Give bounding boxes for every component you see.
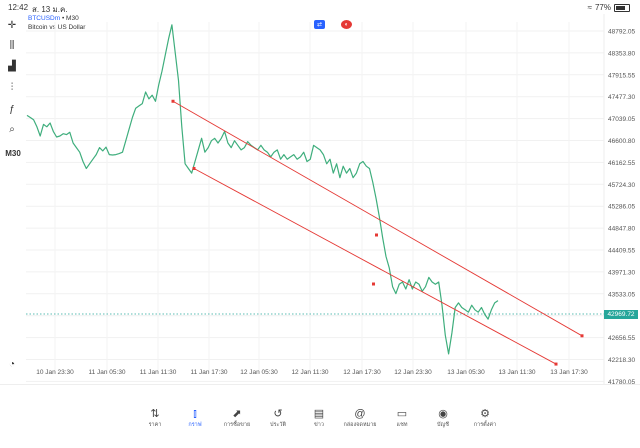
settings-icon: ⚙ bbox=[480, 408, 490, 420]
tab-label: การซื้อขาย bbox=[223, 422, 251, 428]
price-axis-label: 44409.55 bbox=[608, 248, 635, 255]
chart-icon: ⫾ bbox=[193, 408, 197, 420]
price-line bbox=[26, 24, 499, 355]
trend-channel-line bbox=[193, 168, 557, 365]
time-axis-label: 12 Jan 05:30 bbox=[240, 369, 278, 376]
tab-label: ประวัติ bbox=[269, 422, 287, 428]
chat-icon: ▭ bbox=[396, 408, 408, 420]
account-icon: ◉ bbox=[438, 408, 448, 420]
tab-label: แชท bbox=[396, 422, 408, 428]
bottom-tab-bar: ⇅ ราคา ⫾ กราฟ ⬈ การซื้อขาย ↺ ประวัติ ▤ ข่าว @ กล่อง… bbox=[0, 384, 640, 448]
tab-label: ข่าว bbox=[314, 422, 324, 428]
time-axis-label: 13 Jan 17:30 bbox=[550, 369, 588, 376]
time-axis-label: 12 Jan 17:30 bbox=[343, 369, 381, 376]
trendline-anchor bbox=[171, 99, 175, 103]
news-icon: ▤ bbox=[313, 408, 325, 420]
tab-label: บัญชี bbox=[437, 422, 449, 428]
trade-icon: ⬈ bbox=[232, 408, 242, 420]
tab-history[interactable]: ↺ ประวัติ bbox=[258, 407, 298, 429]
quotes-icon: ⇅ bbox=[150, 408, 160, 420]
tab-label: ราคา bbox=[148, 422, 162, 428]
price-axis-label: 48353.80 bbox=[608, 50, 635, 57]
tab-mailbox[interactable]: @ กล่องจดหมาย bbox=[340, 407, 380, 429]
current-price-tag: 42969.72 bbox=[604, 310, 638, 319]
trendline-anchor bbox=[375, 233, 378, 237]
price-axis-label: 46162.55 bbox=[608, 160, 635, 167]
tab-quotes[interactable]: ⇅ ราคา bbox=[135, 407, 175, 429]
trend-channel-line bbox=[172, 100, 583, 337]
price-axis-label: 47915.55 bbox=[608, 72, 635, 79]
trendline-anchor bbox=[580, 334, 584, 338]
time-axis-label: 10 Jan 23:30 bbox=[36, 369, 74, 376]
tab-settings[interactable]: ⚙ การตั้งค่า bbox=[465, 407, 505, 429]
time-axis-label: 12 Jan 11:30 bbox=[291, 369, 328, 376]
trendline-anchor bbox=[192, 166, 196, 170]
tab-label: กล่องจดหมาย bbox=[343, 422, 377, 428]
time-axis-label: 11 Jan 11:30 bbox=[140, 369, 177, 376]
tab-trade[interactable]: ⬈ การซื้อขาย bbox=[217, 407, 257, 429]
tab-chat[interactable]: ▭ แชท bbox=[382, 407, 422, 429]
time-axis-label: 11 Jan 05:30 bbox=[88, 369, 125, 376]
trendline-anchor bbox=[554, 362, 558, 366]
time-axis-label: 13 Jan 05:30 bbox=[447, 369, 485, 376]
mailbox-icon: @ bbox=[354, 408, 366, 420]
price-axis-label: 46600.80 bbox=[608, 138, 635, 145]
price-axis-label: 45286.05 bbox=[608, 204, 635, 211]
tab-account[interactable]: ◉ บัญชี bbox=[423, 407, 463, 429]
trendline-anchor bbox=[372, 282, 375, 286]
price-axis-label: 43971.30 bbox=[608, 269, 635, 276]
history-icon: ↺ bbox=[273, 408, 283, 420]
price-chart[interactable]: 48792.05 48353.80 47915.55 47477.30 47039.05… bbox=[0, 0, 640, 384]
price-axis-label: 42656.55 bbox=[608, 335, 635, 342]
time-axis-label: 11 Jan 17:30 bbox=[190, 369, 227, 376]
price-axis-label: 45724.30 bbox=[608, 182, 635, 189]
price-axis-label: 47477.30 bbox=[608, 94, 635, 101]
price-axis-label: 43533.05 bbox=[608, 291, 635, 298]
price-axis-label: 44847.80 bbox=[608, 226, 635, 233]
price-axis-label: 48792.05 bbox=[608, 29, 635, 36]
time-axis-label: 13 Jan 11:30 bbox=[498, 369, 535, 376]
tab-chart[interactable]: ⫾ กราฟ bbox=[175, 407, 215, 429]
price-axis-label: 47039.05 bbox=[608, 116, 635, 123]
price-axis-label: 42218.30 bbox=[608, 357, 635, 364]
tab-label: กราฟ bbox=[188, 422, 202, 428]
time-axis-label: 12 Jan 23:30 bbox=[394, 369, 432, 376]
tab-label: การตั้งค่า bbox=[473, 422, 497, 428]
tab-news[interactable]: ▤ ข่าว bbox=[299, 407, 339, 429]
